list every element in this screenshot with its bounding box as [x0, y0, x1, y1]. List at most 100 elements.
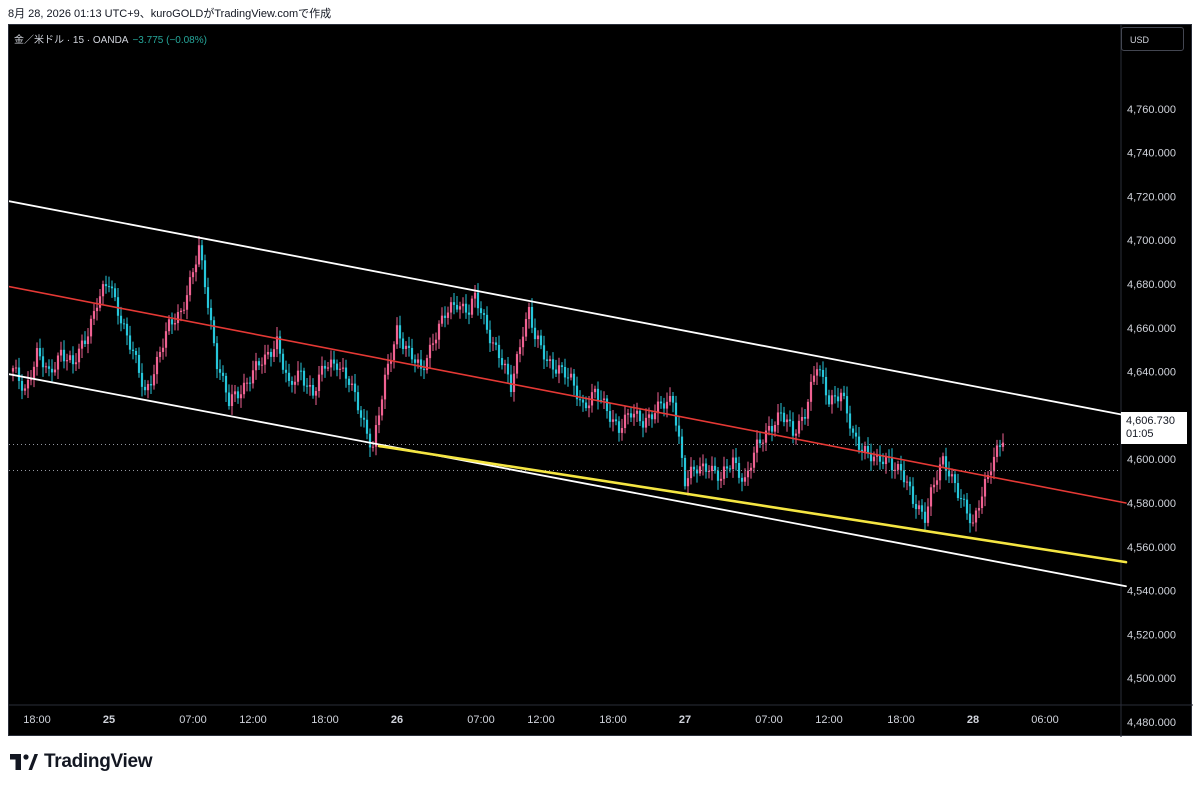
candle [935, 480, 939, 485]
candle [440, 315, 444, 324]
candle [53, 369, 57, 373]
candle [902, 470, 906, 483]
candle [611, 419, 615, 422]
candle [977, 508, 981, 511]
candle [848, 413, 852, 429]
candle [401, 338, 405, 349]
candle [170, 319, 174, 325]
candle [236, 391, 240, 399]
candle [638, 410, 642, 422]
candle [254, 361, 258, 371]
candle [134, 350, 138, 355]
candle [26, 379, 30, 389]
candle [980, 496, 984, 509]
candle [536, 335, 540, 340]
y-tick-label: 4,600.000 [1127, 454, 1176, 466]
candle [479, 308, 483, 314]
candle [680, 436, 684, 458]
candle [290, 380, 294, 385]
x-tick-label: 12:00 [239, 714, 267, 726]
candle [380, 399, 384, 416]
candle [650, 414, 654, 420]
candle [143, 386, 147, 391]
y-tick-label: 4,480.000 [1127, 717, 1176, 729]
candle [974, 510, 978, 523]
candle [176, 312, 180, 324]
candle [926, 506, 930, 523]
candle [554, 369, 558, 374]
candle [272, 349, 276, 357]
candle [761, 442, 765, 444]
candle [467, 312, 471, 315]
candle [914, 503, 918, 510]
candle [578, 399, 582, 401]
candle [683, 457, 687, 487]
candle [140, 372, 144, 387]
y-tick-label: 4,660.000 [1127, 323, 1176, 335]
candle [572, 373, 576, 386]
candle [644, 417, 648, 428]
candle [872, 456, 876, 462]
candle [422, 368, 426, 371]
candle [920, 505, 924, 512]
bar-countdown: 01:05 [1126, 428, 1154, 440]
candle [104, 284, 108, 287]
candle [767, 426, 771, 431]
candle [605, 398, 609, 412]
y-tick-label: 4,740.000 [1127, 148, 1176, 160]
candle [653, 413, 657, 420]
candle [353, 383, 357, 393]
symbol-info: 金／米ドル · 15 · OANDA −3.775 (−0.08%) [14, 31, 207, 46]
tradingview-logo[interactable]: TradingView [10, 751, 153, 773]
candle [449, 302, 453, 313]
candle [251, 370, 255, 384]
candle [455, 304, 459, 310]
candle [221, 372, 225, 376]
candle [11, 368, 15, 372]
candle [833, 395, 837, 397]
candle [284, 369, 288, 373]
candle [437, 323, 441, 340]
candle [707, 470, 711, 472]
candle [542, 345, 546, 360]
candle [32, 366, 36, 380]
candle [215, 343, 219, 370]
candle [128, 335, 132, 350]
candle [365, 419, 369, 434]
candle [800, 416, 804, 421]
candle [200, 245, 204, 261]
candle [167, 319, 171, 332]
currency-button[interactable]: USD [1121, 27, 1184, 51]
candle [866, 446, 870, 453]
candle [677, 425, 681, 437]
last-price-label: 4,606.730 01:05 [1121, 412, 1187, 444]
y-tick-label: 4,540.000 [1127, 586, 1176, 598]
chart-panel[interactable]: 4,480.000 4,500.000 4,520.000 4,540.000 4,56… [8, 24, 1193, 737]
candle [617, 421, 621, 433]
candle [851, 428, 855, 433]
candle [185, 295, 189, 310]
candle [518, 347, 522, 355]
x-tick-label: 18:00 [311, 714, 339, 726]
candle [485, 314, 489, 330]
candle [557, 365, 561, 374]
candle [314, 391, 318, 396]
candle [692, 466, 696, 470]
candle [35, 348, 39, 367]
candle [503, 363, 507, 366]
candle [911, 486, 915, 504]
price-chart[interactable]: 4,480.000 4,500.000 4,520.000 4,540.000 4,56… [9, 25, 1193, 737]
candle [269, 351, 273, 357]
x-tick-label: 07:00 [179, 714, 207, 726]
candle [797, 420, 801, 434]
candle [209, 307, 213, 321]
candle [194, 264, 198, 273]
candle [701, 463, 705, 467]
candle [749, 467, 753, 471]
candle [218, 369, 222, 373]
candle [494, 342, 498, 345]
candle [755, 439, 759, 453]
candle [614, 419, 618, 422]
candle [464, 303, 468, 313]
candle [197, 245, 201, 265]
